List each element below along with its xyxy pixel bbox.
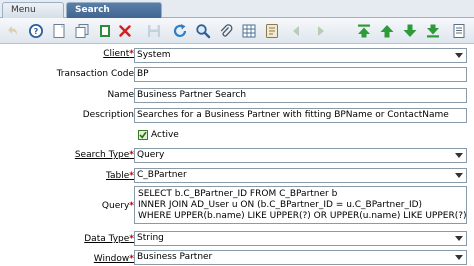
attachment-icon <box>220 24 233 37</box>
table-select[interactable]: C_BPartner <box>134 168 467 183</box>
window-label: Window* <box>93 254 134 264</box>
query-line: WHERE UPPER(b.name) LIKE UPPER(?) OR UPP… <box>138 211 467 221</box>
undo-icon <box>8 26 17 35</box>
forward-button[interactable] <box>311 22 329 40</box>
description-label: Description <box>82 110 134 120</box>
close-icon <box>119 25 131 37</box>
query-textarea[interactable]: SELECT b.C_BPartner_ID FROM C_BPartner b… <box>134 186 467 224</box>
chevron-down-icon[interactable] <box>452 232 466 245</box>
next-record-button[interactable] <box>401 22 419 40</box>
search-type-select[interactable]: Query <box>134 148 467 163</box>
history-button[interactable] <box>263 22 281 40</box>
client-label: Client* <box>103 49 134 59</box>
refresh-button[interactable] <box>171 22 189 40</box>
delete-selection-button[interactable] <box>116 22 134 40</box>
transaction-code-label: Transaction Code <box>56 69 134 79</box>
find-icon <box>196 24 211 39</box>
report-button[interactable] <box>450 22 468 40</box>
query-line: INNER JOIN AD_User u ON (b.C_BPartner_ID… <box>138 200 423 210</box>
help-button[interactable]: ? <box>27 22 45 40</box>
chevron-down-icon[interactable] <box>452 169 466 182</box>
active-checkbox[interactable] <box>138 130 148 140</box>
find-button[interactable] <box>194 22 212 40</box>
report-icon <box>453 24 465 38</box>
chevron-down-icon[interactable] <box>452 149 466 162</box>
checkmark-icon <box>139 131 147 139</box>
back-icon <box>293 26 299 36</box>
tab-search-definition[interactable]: Search Definition <box>66 2 162 30</box>
first-record-icon <box>358 24 370 38</box>
name-field[interactable]: Business Partner Search <box>134 88 467 103</box>
svg-text:?: ? <box>34 27 39 36</box>
delete-button[interactable] <box>97 22 115 40</box>
search-type-label: Search Type* <box>74 150 134 160</box>
last-record-button[interactable] <box>424 22 442 40</box>
back-button[interactable] <box>288 22 306 40</box>
query-label: Query* <box>101 201 134 211</box>
refresh-icon <box>173 24 187 37</box>
delete-icon <box>100 25 110 37</box>
data-type-select[interactable]: String <box>134 231 467 246</box>
window-select[interactable]: Business Partner <box>134 250 467 265</box>
new-record-icon <box>53 24 65 38</box>
data-type-label: Data Type* <box>84 234 134 244</box>
grid-toggle-button[interactable] <box>240 22 258 40</box>
history-icon <box>266 24 278 38</box>
copy-record-button[interactable] <box>73 22 91 40</box>
attachment-button[interactable] <box>217 22 235 40</box>
copy-record-icon <box>75 24 89 38</box>
table-label: Table* <box>106 171 134 181</box>
save-icon <box>148 25 160 37</box>
new-record-button[interactable] <box>50 22 68 40</box>
previous-record-icon <box>380 25 394 38</box>
forward-icon <box>318 26 324 36</box>
first-record-button[interactable] <box>355 22 373 40</box>
chevron-down-icon[interactable] <box>452 251 466 264</box>
next-record-icon <box>403 24 417 37</box>
last-record-icon <box>427 24 439 38</box>
tab-menu[interactable]: Menu (11) <box>2 2 64 30</box>
tab-bar: Menu (11) Search Definition <box>0 0 474 30</box>
grid-toggle-icon <box>242 24 256 38</box>
save-button[interactable] <box>145 22 163 40</box>
toolbar: ? <box>0 18 474 44</box>
active-label: Active <box>151 130 179 140</box>
transaction-code-field[interactable]: BP <box>134 67 467 82</box>
previous-record-button[interactable] <box>378 22 396 40</box>
undo-button[interactable] <box>3 22 21 40</box>
query-line: SELECT b.C_BPartner_ID FROM C_BPartner b <box>138 189 338 199</box>
description-field[interactable]: Searches for a Business Partner with fit… <box>134 108 467 123</box>
chevron-down-icon[interactable] <box>452 49 466 62</box>
name-label: Name <box>107 90 134 100</box>
help-icon: ? <box>29 24 43 38</box>
client-select[interactable]: System <box>134 48 467 63</box>
